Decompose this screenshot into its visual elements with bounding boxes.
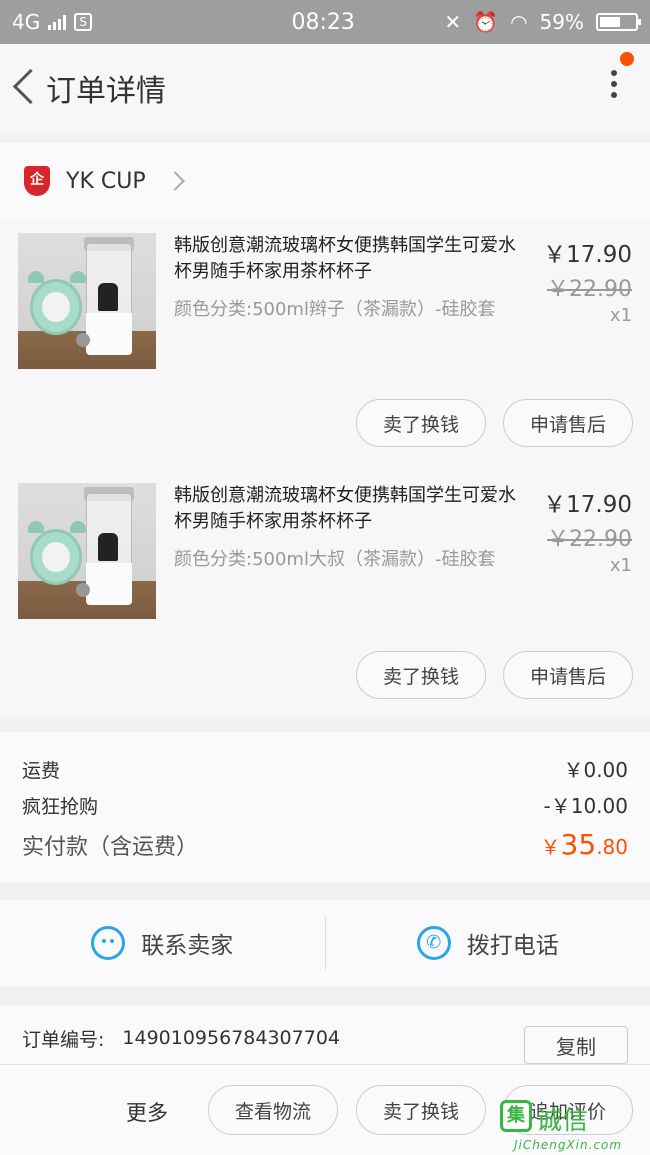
status-time: 08:23 — [291, 9, 355, 35]
total-integer: 35 — [560, 828, 597, 861]
sell-button[interactable]: 卖了换钱 — [356, 399, 486, 447]
network-label: 4G — [12, 10, 41, 34]
chat-icon — [91, 926, 126, 960]
alarm-icon: ⏰ — [473, 10, 499, 34]
copy-button[interactable]: 复制 — [524, 1026, 628, 1064]
order-number-row: 订单编号: 149010956784307704 复制 — [0, 1006, 650, 1070]
product-quantity: x1 — [609, 555, 632, 576]
aftersale-button[interactable]: 申请售后 — [503, 399, 633, 447]
view-logistics-button[interactable]: 查看物流 — [208, 1085, 338, 1135]
shipping-label: 运费 — [22, 760, 61, 782]
order-item[interactable]: 韩版创意潮流玻璃杯女便携韩国学生可爱水杯男随手杯家用茶杯杯子 颜色分类:500m… — [0, 219, 650, 469]
product-original-price: ￥22.90 — [547, 277, 632, 302]
product-title[interactable]: 韩版创意潮流玻璃杯女便携韩国学生可爱水杯男随手杯家用茶杯杯子 — [174, 483, 526, 535]
shop-logo-icon: 企 — [24, 166, 50, 196]
product-quantity: x1 — [609, 305, 632, 326]
total-currency: ￥ — [540, 835, 561, 859]
product-image[interactable] — [18, 483, 156, 619]
product-spec: 颜色分类:500ml辫子（茶漏款）-硅胶套 — [174, 299, 496, 320]
more-button[interactable]: 更多 — [126, 1097, 168, 1127]
sim-icon: S — [74, 13, 93, 31]
notification-dot — [620, 52, 634, 66]
shipping-value: ￥0.00 — [563, 758, 628, 782]
product-spec: 颜色分类:500ml大叔（茶漏款）-硅胶套 — [174, 549, 496, 570]
order-item[interactable]: 韩版创意潮流玻璃杯女便携韩国学生可爱水杯男随手杯家用茶杯杯子 颜色分类:500m… — [0, 469, 650, 719]
back-icon[interactable] — [6, 44, 46, 132]
page-title: 订单详情 — [46, 74, 166, 109]
aftersale-button[interactable]: 申请售后 — [503, 651, 633, 699]
battery-icon — [596, 13, 641, 31]
contact-bar: 联系卖家 ✆ 拨打电话 — [0, 900, 650, 986]
total-decimal: .80 — [596, 835, 628, 859]
total-value: ￥35.80 — [541, 828, 628, 861]
call-phone-button[interactable]: ✆ 拨打电话 — [326, 900, 650, 986]
signal-icon — [48, 14, 67, 30]
product-image[interactable] — [18, 233, 156, 369]
wifi-icon: ◠ — [510, 10, 528, 34]
shop-name: YK CUP — [66, 168, 146, 194]
call-phone-label: 拨打电话 — [466, 933, 559, 959]
shop-row[interactable]: 企 YK CUP — [0, 143, 650, 219]
watermark-text: 诚信 — [536, 1106, 589, 1136]
chevron-right-icon — [164, 171, 185, 191]
order-number: 149010956784307704 — [122, 1027, 340, 1049]
battery-percent: 59% — [539, 10, 584, 34]
contact-seller-label: 联系卖家 — [141, 933, 234, 959]
mute-icon: ✕ — [444, 10, 462, 34]
watermark-subtext: JiChengXin.com — [514, 1138, 623, 1152]
sell-button[interactable]: 卖了换钱 — [356, 651, 486, 699]
price-summary: 运费 ￥0.00 疯狂抢购 -￥10.00 实付款（含运费） ￥35.80 — [0, 732, 650, 882]
discount-label: 疯狂抢购 — [22, 796, 99, 818]
product-price: ￥17.90 — [543, 242, 632, 268]
total-label: 实付款（含运费） — [22, 835, 199, 860]
product-price: ￥17.90 — [543, 492, 632, 518]
watermark: 集 诚信 JiChengXin.com — [500, 1096, 640, 1152]
discount-value: -￥10.00 — [543, 794, 628, 818]
contact-seller-button[interactable]: 联系卖家 — [0, 900, 325, 986]
product-title[interactable]: 韩版创意潮流玻璃杯女便携韩国学生可爱水杯男随手杯家用茶杯杯子 — [174, 233, 526, 285]
order-number-label: 订单编号: — [22, 1028, 105, 1051]
phone-icon: ✆ — [416, 926, 451, 960]
nav-bar: 订单详情 — [0, 44, 650, 132]
watermark-logo: 集 — [500, 1100, 532, 1132]
status-bar: 4G S 08:23 ✕ ⏰ ◠ 59% — [0, 0, 650, 44]
product-original-price: ￥22.90 — [547, 527, 632, 552]
more-menu-icon[interactable] — [608, 70, 620, 106]
sell-button[interactable]: 卖了换钱 — [356, 1085, 486, 1135]
